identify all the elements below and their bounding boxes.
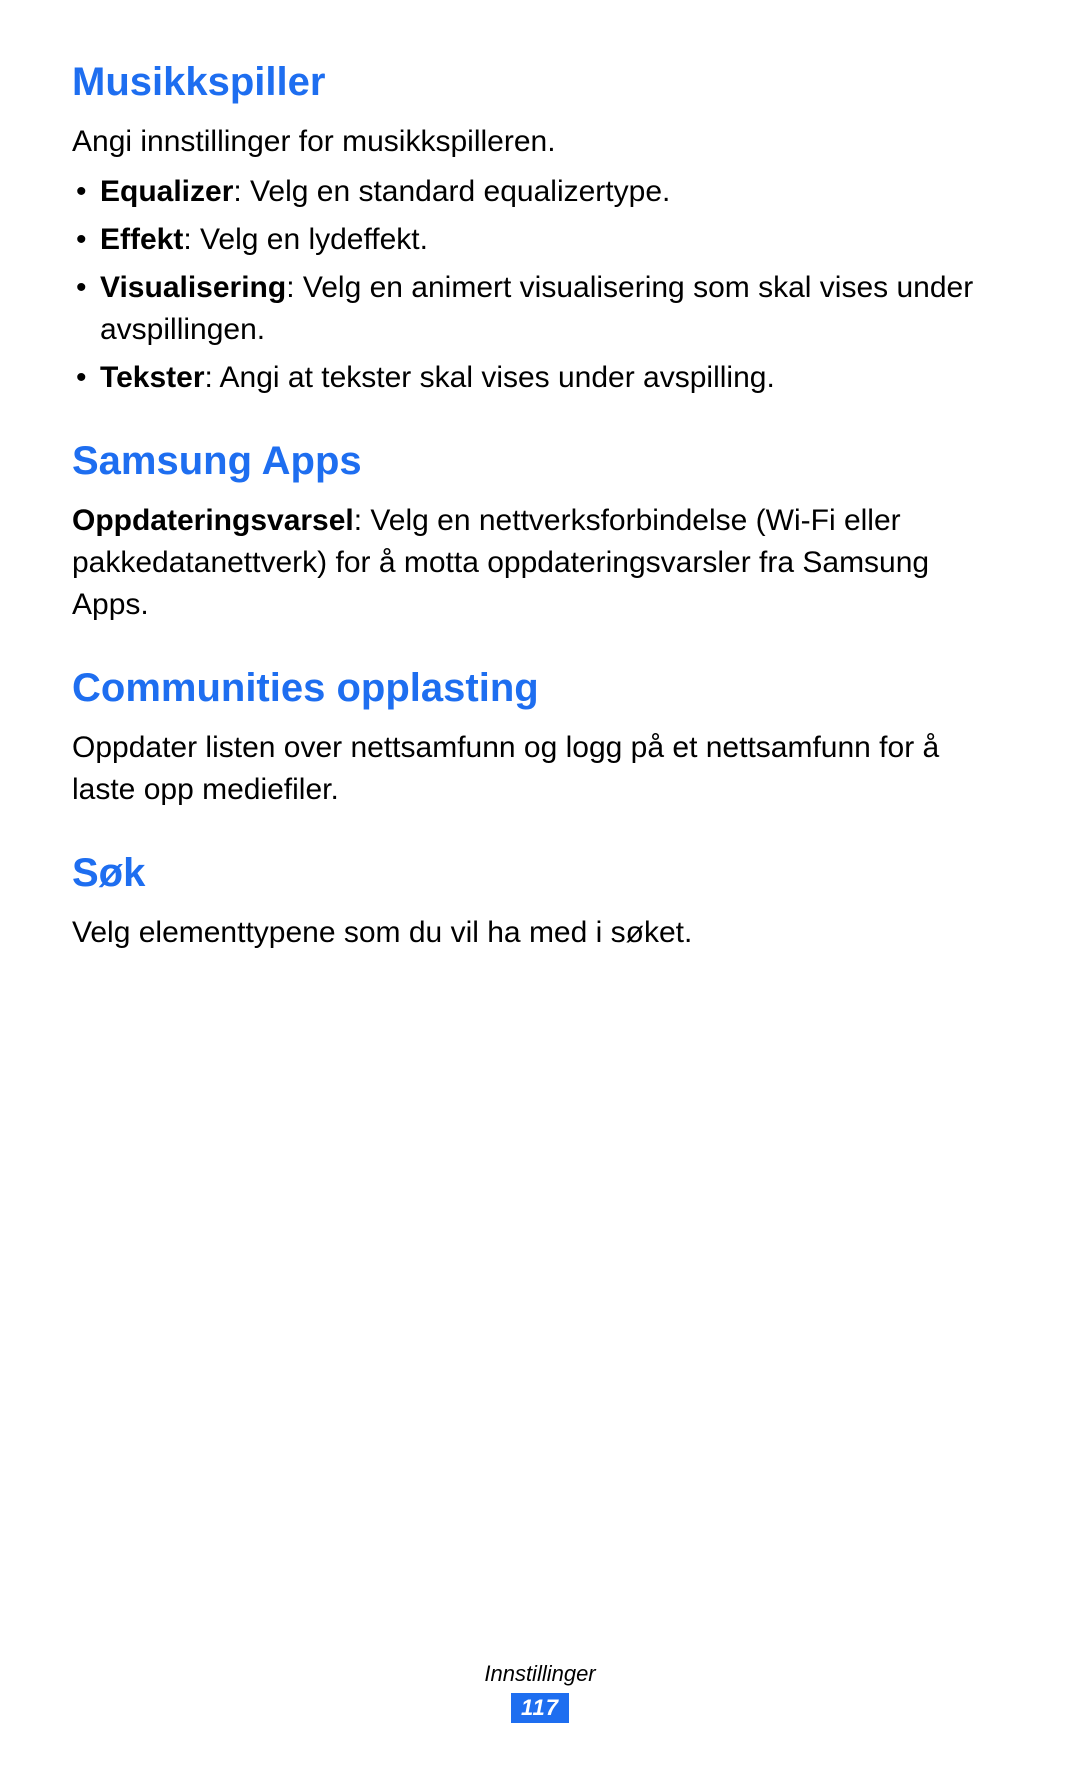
body-bold: Oppdateringsvarsel [72,504,354,537]
heading-musikkspiller: Musikkspiller [72,60,1008,105]
body-samsung-apps: Oppdateringsvarsel: Velg en nettverksfor… [72,500,1008,626]
heading-communities: Communities opplasting [72,666,1008,711]
section-sok: Søk Velg elementtypene som du vil ha med… [72,851,1008,954]
body-communities: Oppdater listen over nettsamfunn og logg… [72,727,1008,811]
list-item: Tekster: Angi at tekster skal vises unde… [72,357,1008,399]
section-musikkspiller: Musikkspiller Angi innstillinger for mus… [72,60,1008,399]
item-bold: Effekt [100,223,183,256]
list-item: Equalizer: Velg en standard equalizertyp… [72,171,1008,213]
footer: Innstillinger 117 [0,1661,1080,1723]
list-item: Effekt: Velg en lydeffekt. [72,219,1008,261]
item-bold: Tekster [100,361,205,394]
footer-label: Innstillinger [0,1661,1080,1687]
item-rest: : Velg en standard equalizertype. [233,175,670,208]
item-bold: Visualisering [100,271,286,304]
section-communities: Communities opplasting Oppdater listen o… [72,666,1008,811]
page-number: 117 [511,1693,569,1723]
heading-samsung-apps: Samsung Apps [72,439,1008,484]
section-samsung-apps: Samsung Apps Oppdateringsvarsel: Velg en… [72,439,1008,626]
body-sok: Velg elementtypene som du vil ha med i s… [72,912,1008,954]
item-rest: : Angi at tekster skal vises under avspi… [205,361,775,394]
heading-sok: Søk [72,851,1008,896]
bullet-list-musikkspiller: Equalizer: Velg en standard equalizertyp… [72,171,1008,399]
list-item: Visualisering: Velg en animert visualise… [72,267,1008,351]
item-rest: : Velg en lydeffekt. [183,223,428,256]
intro-musikkspiller: Angi innstillinger for musikkspilleren. [72,121,1008,163]
item-bold: Equalizer [100,175,233,208]
